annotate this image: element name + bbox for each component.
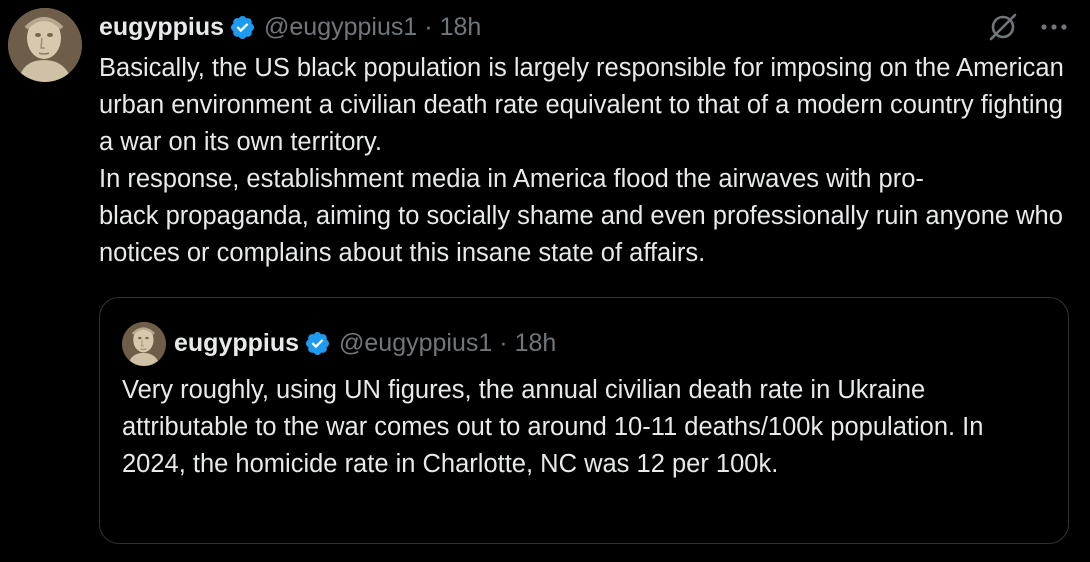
author-avatar[interactable] [8,8,82,82]
author-handle[interactable]: @eugyppius1 [264,13,417,42]
quoted-tweet-header: eugyppius @eugyppius1 · 18h [174,324,556,362]
separator-dot: · [499,328,508,357]
quoted-tweet-text: Very roughly, using UN figures, the annu… [122,376,984,478]
tweet-paragraph: Basically, the US black population is la… [99,54,1064,156]
tweet-paragraph: In response, establishment media in Amer… [99,165,1063,267]
tweet-text: Basically, the US black population is la… [99,50,1074,272]
quoted-tweet-timestamp[interactable]: 18h [515,329,557,358]
quoted-tweet[interactable]: eugyppius @eugyppius1 · 18h Very roughly… [99,297,1069,544]
more-options-icon[interactable] [1038,14,1070,40]
verified-badge-icon[interactable] [304,330,331,357]
verified-badge-icon[interactable] [229,14,256,41]
tweet-timestamp[interactable]: 18h [440,13,482,42]
grok-icon[interactable] [986,10,1020,44]
author-name[interactable]: eugyppius [99,13,224,42]
separator-dot: · [424,12,433,41]
portrait-avatar [122,322,166,366]
tweet-header: eugyppius @eugyppius1 · 18h [99,8,481,46]
quoted-author-avatar[interactable] [122,322,166,366]
portrait-avatar [8,8,82,82]
quoted-author-handle[interactable]: @eugyppius1 [339,329,492,358]
tweet[interactable]: eugyppius @eugyppius1 · 18h Basically, t… [0,0,1090,562]
quoted-author-name[interactable]: eugyppius [174,329,299,358]
